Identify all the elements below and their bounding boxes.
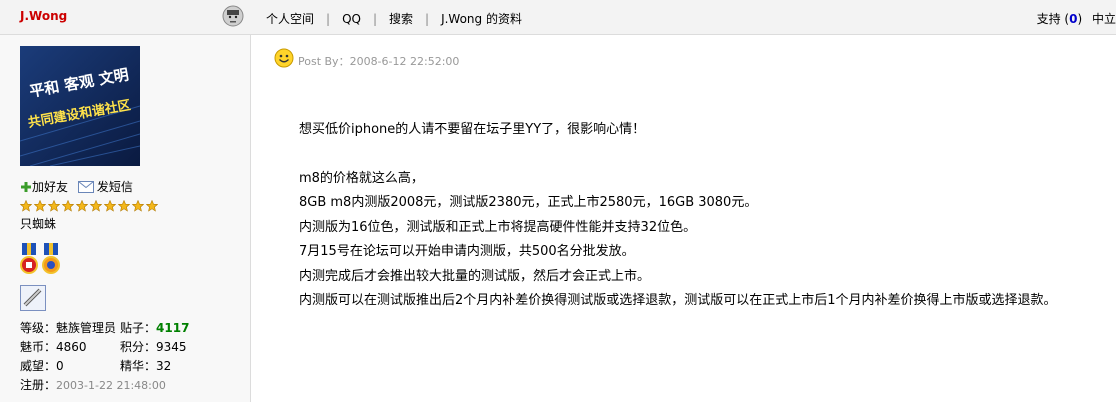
user-group: 只蜘蛛 xyxy=(20,217,57,231)
post-line: m8的价格就这么高， xyxy=(299,170,424,186)
prestige-label: 威望： xyxy=(20,359,57,373)
digest-value: 32 xyxy=(156,359,172,373)
star-icon xyxy=(89,199,103,212)
points-value: 9345 xyxy=(156,340,187,354)
star-icon xyxy=(61,199,75,212)
prestige-value: 0 xyxy=(56,359,64,373)
send-message-link[interactable]: 发短信 xyxy=(97,180,133,194)
user-face-icon xyxy=(222,5,244,27)
medals xyxy=(20,243,66,282)
post-line: 内测版为16位色，测试版和正式上市将提高硬件性能并支持32位色。 xyxy=(299,219,697,235)
add-friend-link[interactable]: 加好友 xyxy=(32,180,68,194)
star-icon xyxy=(19,199,33,212)
rank-stars xyxy=(19,199,160,215)
support-button[interactable]: 支持 xyxy=(1037,12,1061,26)
link-profile[interactable]: J.Wong 的资料 xyxy=(441,12,522,26)
star-icon xyxy=(131,199,145,212)
register-value: 2003-1-22 21:48:00 xyxy=(56,379,166,392)
smiley-icon xyxy=(274,48,294,68)
posts-label: 贴子： xyxy=(120,321,157,335)
vote-area: 支持 (0) 中立 xyxy=(1036,12,1116,26)
author-name[interactable]: J.Wong xyxy=(20,9,67,23)
level-label: 等级： xyxy=(20,321,57,335)
digest-label: 精华： xyxy=(120,359,157,373)
profile-actions: 加好友 发短信 xyxy=(20,178,133,195)
star-icon xyxy=(33,199,47,212)
star-icon xyxy=(103,199,117,212)
register-label: 注册： xyxy=(20,378,57,392)
moderator-badge-icon xyxy=(20,285,46,311)
medal-icons xyxy=(20,243,60,274)
post-body: 想买低价iphone的人请不要留在坛子里YY了，很影响心情！ m8的价格就这么高… xyxy=(299,118,1057,314)
neutral-button[interactable]: 中立 xyxy=(1092,12,1116,26)
points-label: 积分： xyxy=(120,340,157,354)
star-icon xyxy=(47,199,61,212)
posts-value: 4117 xyxy=(156,321,190,335)
link-search[interactable]: 搜索 xyxy=(389,12,413,26)
post-header-bar: J.Wong 个人空间 | QQ | 搜索 | J.Wong 的资料 支持 (0) 中立 xyxy=(0,0,1116,35)
post-line: 7月15号在论坛可以开始申请内测版，共500名分批发放。 xyxy=(299,244,635,259)
link-qq[interactable]: QQ xyxy=(342,12,361,26)
profile-links: 个人空间 | QQ | 搜索 | J.Wong 的资料 xyxy=(266,12,522,26)
coins-value: 4860 xyxy=(56,340,87,354)
post-line: 8GB m8内测版2008元，测试版2380元，正式上市2580元，16GB 3… xyxy=(299,195,758,210)
user-stats: 等级：魅族管理员 贴子：4117 魅币：4860 积分：9345 威望：0 精华：32… xyxy=(20,319,189,395)
post-line: 内测版可以在测试版推出后2个月内补差价换得测试版或选择退款，测试版可以在正式上市… xyxy=(299,293,1057,308)
post-line: 想买低价iphone的人请不要留在坛子里YY了，很影响心情！ xyxy=(299,122,646,137)
add-friend-icon xyxy=(21,181,31,192)
star-icon xyxy=(145,199,159,212)
link-personal-space[interactable]: 个人空间 xyxy=(266,12,314,26)
star-icon xyxy=(75,199,89,212)
coins-label: 魅币： xyxy=(20,340,57,354)
user-avatar-image[interactable]: 平和 客观 文明 共同建设和谐社区 xyxy=(20,46,140,166)
post-meta: Post By：2008-6-12 22:52:00 xyxy=(298,55,460,68)
envelope-icon xyxy=(77,180,94,193)
level-value: 魅族管理员 xyxy=(56,321,117,335)
post-line: 内测完成后才会推出较大批量的测试版，然后才会正式上市。 xyxy=(299,268,651,284)
user-profile-sidebar: 平和 客观 文明 共同建设和谐社区 加好友 发短信 只蜘蛛 等级：魅族管理员 贴子… xyxy=(0,35,251,402)
star-icon xyxy=(117,199,131,212)
